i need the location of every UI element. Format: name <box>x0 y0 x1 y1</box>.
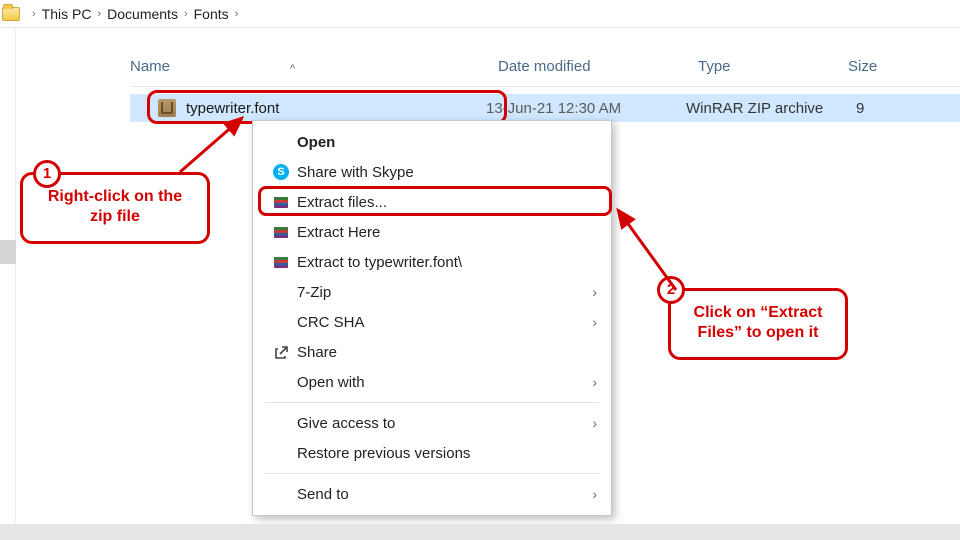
menu-item-extract-here[interactable]: Extract Here <box>253 217 611 247</box>
folder-icon <box>2 7 20 21</box>
menu-item-label: Give access to <box>297 415 592 432</box>
breadcrumb-item[interactable]: This PC <box>42 6 92 22</box>
menu-item-share-skype[interactable]: Share with Skype <box>253 157 611 187</box>
menu-item-crc-sha[interactable]: CRC SHA › <box>253 307 611 337</box>
column-header-size[interactable]: Size <box>848 58 877 75</box>
menu-item-send-to[interactable]: Send to › <box>253 479 611 509</box>
file-date: 13-Jun-21 12:30 AM <box>486 100 686 117</box>
chevron-right-icon: › <box>97 8 101 20</box>
annotation-badge: 1 <box>33 160 61 188</box>
menu-separator <box>265 473 599 474</box>
menu-item-share[interactable]: Share <box>253 337 611 367</box>
column-header-label: Date modified <box>498 58 591 75</box>
sidebar-item[interactable]: s <box>0 240 16 264</box>
breadcrumb[interactable]: › This PC › Documents › Fonts › <box>0 0 960 28</box>
annotation-callout-2: 2 Click on “Extract Files” to open it <box>668 288 848 360</box>
file-row[interactable]: typewriter.font 13-Jun-21 12:30 AM WinRA… <box>130 94 960 122</box>
divider <box>130 86 960 87</box>
annotation-badge: 2 <box>657 276 685 304</box>
sort-caret-icon: ^ <box>290 63 295 75</box>
chevron-right-icon: › <box>592 415 597 431</box>
menu-item-give-access[interactable]: Give access to › <box>253 408 611 438</box>
chevron-right-icon: › <box>184 8 188 20</box>
column-header-date[interactable]: Date modified <box>498 58 698 75</box>
share-icon <box>269 344 293 360</box>
menu-item-label: Share with Skype <box>297 164 597 181</box>
chevron-right-icon: › <box>592 374 597 390</box>
menu-item-label: Extract files... <box>297 194 597 211</box>
breadcrumb-item[interactable]: Fonts <box>194 6 229 22</box>
menu-item-restore-versions[interactable]: Restore previous versions <box>253 438 611 468</box>
column-header-label: Name <box>130 58 170 75</box>
menu-item-label: CRC SHA <box>297 314 592 331</box>
column-headers: Name ^ Date modified Type Size <box>130 48 960 84</box>
annotation-text: Click on “Extract Files” to open it <box>694 304 823 341</box>
annotation-number: 1 <box>43 165 51 184</box>
annotation-number: 2 <box>667 281 675 300</box>
menu-item-label: Restore previous versions <box>297 445 597 462</box>
menu-item-label: Extract to typewriter.font\ <box>297 254 597 271</box>
menu-separator <box>265 402 599 403</box>
menu-item-label: Open <box>297 134 597 151</box>
menu-item-label: 7-Zip <box>297 284 592 301</box>
menu-item-label: Send to <box>297 486 592 503</box>
menu-item-open[interactable]: Open <box>253 127 611 157</box>
column-header-name[interactable]: Name ^ <box>130 58 498 75</box>
file-type: WinRAR ZIP archive <box>686 100 856 117</box>
annotation-text: Right-click on the zip file <box>48 188 182 225</box>
menu-item-extract-to[interactable]: Extract to typewriter.font\ <box>253 247 611 277</box>
chevron-right-icon: › <box>592 284 597 300</box>
menu-item-open-with[interactable]: Open with › <box>253 367 611 397</box>
file-size: 9 <box>856 100 864 117</box>
menu-item-label: Open with <box>297 374 592 391</box>
chevron-right-icon: › <box>592 314 597 330</box>
chevron-right-icon: › <box>32 8 36 20</box>
column-header-label: Size <box>848 58 877 75</box>
annotation-callout-1: 1 Right-click on the zip file <box>20 172 210 244</box>
column-header-type[interactable]: Type <box>698 58 848 75</box>
winrar-icon <box>269 194 293 210</box>
winrar-icon <box>269 224 293 240</box>
skype-icon <box>269 164 293 180</box>
column-header-label: Type <box>698 58 731 75</box>
menu-item-label: Share <box>297 344 597 361</box>
file-name: typewriter.font <box>186 100 486 117</box>
sidebar: s (C:) <box>0 28 16 540</box>
menu-item-7zip[interactable]: 7-Zip › <box>253 277 611 307</box>
archive-icon <box>158 99 176 117</box>
status-bar <box>0 524 960 540</box>
menu-item-label: Extract Here <box>297 224 597 241</box>
context-menu: Open Share with Skype Extract files... E… <box>252 120 612 516</box>
breadcrumb-item[interactable]: Documents <box>107 6 178 22</box>
chevron-right-icon: › <box>235 8 239 20</box>
winrar-icon <box>269 254 293 270</box>
chevron-right-icon: › <box>592 486 597 502</box>
sidebar-item[interactable]: (C:) <box>0 398 16 422</box>
menu-item-extract-files[interactable]: Extract files... <box>253 187 611 217</box>
